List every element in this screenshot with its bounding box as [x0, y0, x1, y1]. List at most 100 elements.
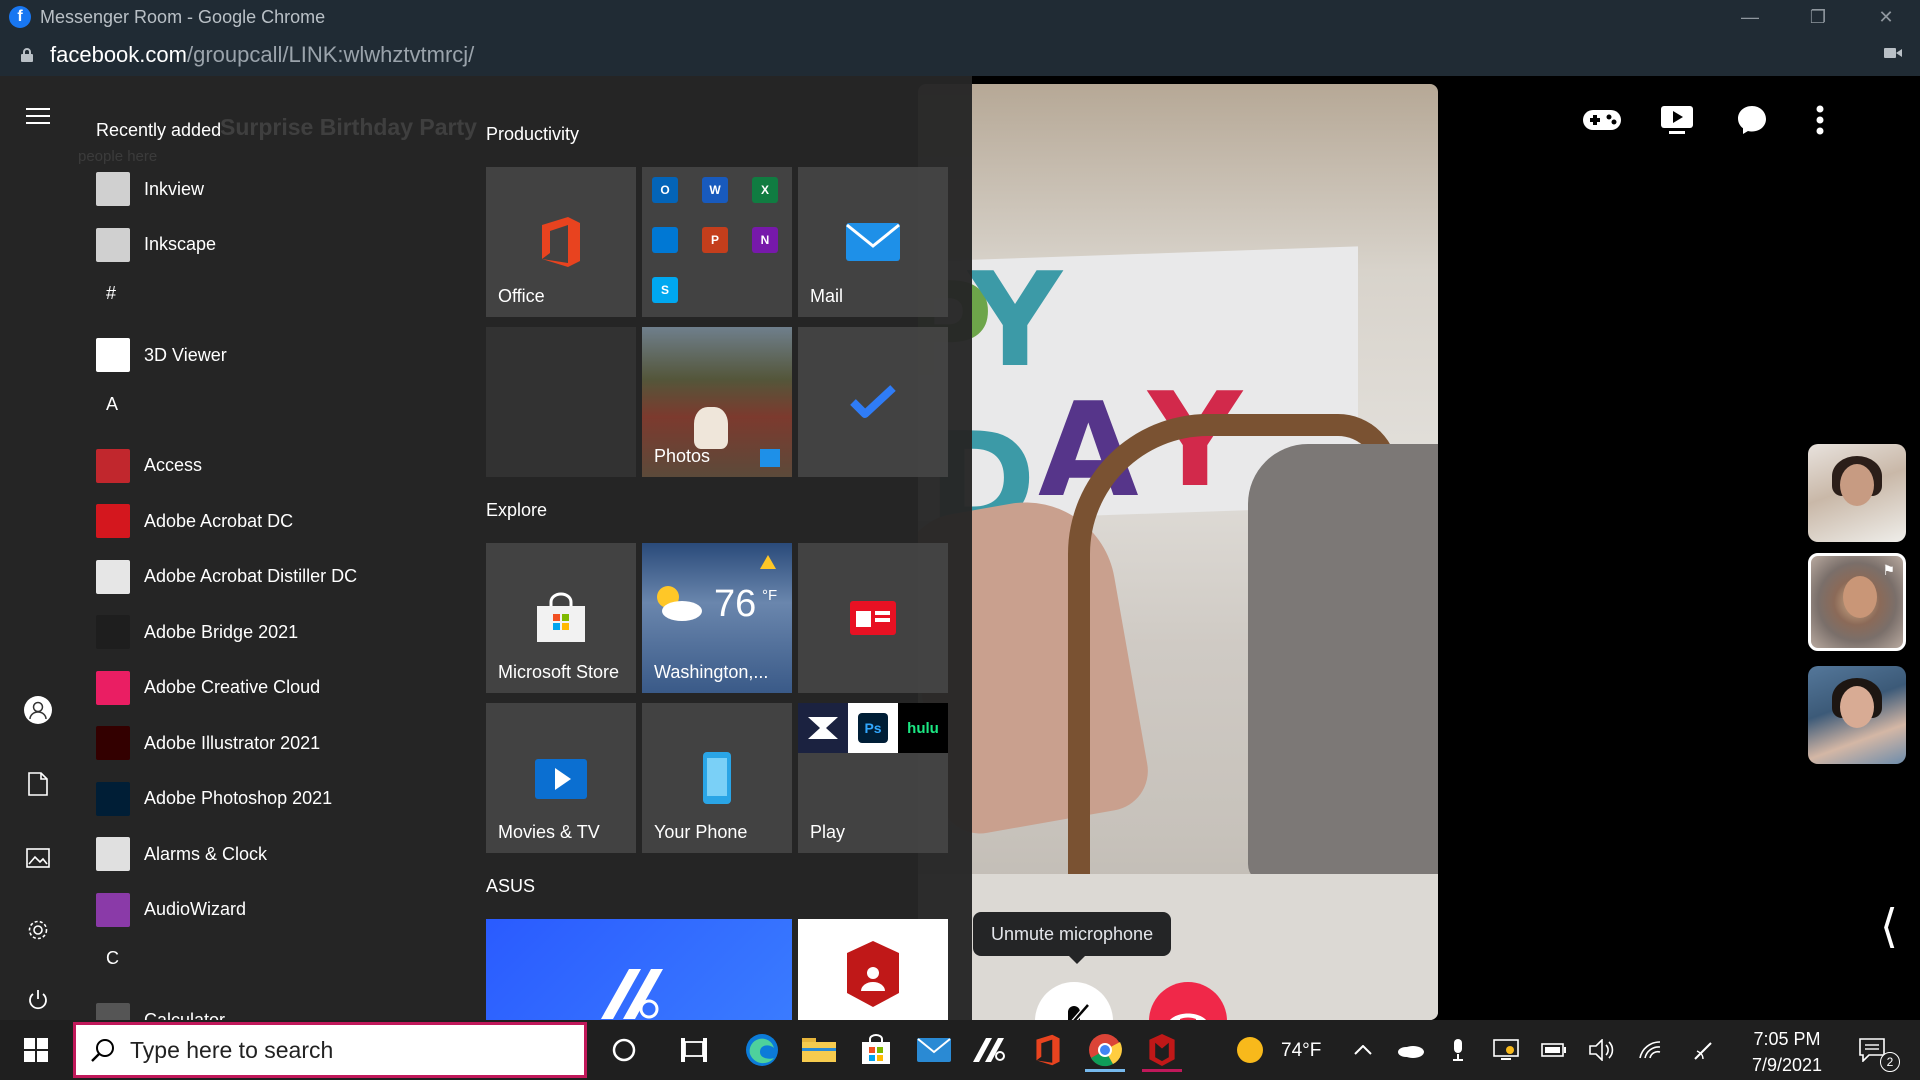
- app-label: Access: [144, 455, 203, 475]
- notification-count-badge: 2: [1880, 1052, 1900, 1072]
- taskbar-clock[interactable]: 7:05 PM 7/9/2021: [1742, 1026, 1832, 1078]
- camera-icon[interactable]: [1884, 46, 1902, 60]
- access-icon: [96, 448, 130, 483]
- app-list-item[interactable]: Access: [96, 444, 476, 488]
- window-title-bar: f Messenger Room - Google Chrome — ❐ ✕: [0, 0, 1920, 34]
- tile-play-label: Play: [810, 822, 846, 842]
- search-input[interactable]: [130, 1036, 530, 1064]
- main-video[interactable]: P Y D A Y: [918, 84, 1438, 1020]
- office-app-mini-icon: X: [752, 177, 778, 203]
- show-hidden-icons-icon[interactable]: [1341, 1028, 1385, 1072]
- chrome-icon[interactable]: [1083, 1028, 1127, 1072]
- acrobat-icon: [96, 504, 130, 538]
- app-list: Recently added Inkview Inkscape #3D Viewer…: [76, 76, 476, 1020]
- todo-check-icon: [850, 385, 896, 418]
- window-title: Messenger Room - Google Chrome: [40, 6, 326, 27]
- screen-refresh-icon[interactable]: [1484, 1028, 1528, 1072]
- collapse-participants-icon[interactable]: ⟨: [1880, 899, 1898, 953]
- app-list-item[interactable]: 3D Viewer: [96, 333, 476, 377]
- tile-myasus[interactable]: [486, 919, 792, 1020]
- wifi-icon[interactable]: [1628, 1028, 1672, 1072]
- app-list-item[interactable]: Adobe Bridge 2021: [96, 610, 476, 654]
- file-explorer-icon[interactable]: [797, 1028, 841, 1072]
- weather-sun-icon[interactable]: [1228, 1028, 1272, 1072]
- chat-icon[interactable]: [1730, 98, 1774, 142]
- tile-photos[interactable]: Photos: [642, 327, 792, 477]
- windows-start-icon[interactable]: [14, 1028, 58, 1072]
- cortana-icon[interactable]: [602, 1028, 646, 1072]
- letter-heading[interactable]: A: [106, 394, 118, 415]
- tile-movies-tv[interactable]: Movies & TV: [486, 703, 636, 853]
- app-list-item[interactable]: Adobe Photoshop 2021: [96, 777, 476, 821]
- office-icon: [542, 217, 580, 267]
- url-text[interactable]: facebook.com/groupcall/LINK:wlwhztvtmrcj…: [50, 42, 474, 68]
- app-list-item[interactable]: Alarms & Clock: [96, 832, 476, 876]
- letter-heading[interactable]: #: [106, 283, 116, 304]
- more-icon[interactable]: [1798, 98, 1842, 142]
- office-taskbar-icon[interactable]: [1026, 1028, 1070, 1072]
- participant-thumbnail[interactable]: [1808, 444, 1906, 542]
- partly-cloudy-icon: [657, 586, 702, 621]
- edge-browser-icon[interactable]: [740, 1028, 784, 1072]
- pictures-icon[interactable]: [22, 842, 54, 874]
- tile-mcafee[interactable]: [798, 919, 948, 1020]
- battery-icon[interactable]: [1532, 1028, 1576, 1072]
- tile-news[interactable]: [798, 543, 948, 693]
- taskbar-search-box[interactable]: [73, 1022, 587, 1078]
- close-button[interactable]: ✕: [1852, 0, 1920, 34]
- search-icon: [91, 1039, 114, 1062]
- tile-microsoft-store[interactable]: Microsoft Store: [486, 543, 636, 693]
- office-app-mini-icon: P: [702, 227, 728, 253]
- store-taskbar-icon[interactable]: [854, 1028, 898, 1072]
- letter-heading[interactable]: C: [106, 948, 119, 969]
- acrobat-distiller-icon: [96, 559, 130, 594]
- photos-app-icon: [760, 449, 780, 467]
- microphone-tray-icon[interactable]: [1436, 1028, 1480, 1072]
- app-list-item[interactable]: Inkview: [96, 167, 476, 211]
- app-label: Adobe Acrobat DC: [144, 510, 294, 531]
- power-icon[interactable]: [22, 984, 54, 1016]
- news-icon: [850, 601, 896, 635]
- app-list-item[interactable]: Inkscape: [96, 223, 476, 267]
- participant-thumbnail[interactable]: [1808, 666, 1906, 764]
- myasus-taskbar-icon[interactable]: [969, 1028, 1013, 1072]
- app-list-item[interactable]: Calculator: [96, 998, 476, 1020]
- settings-gear-icon[interactable]: [22, 914, 54, 946]
- minimize-button[interactable]: —: [1716, 0, 1784, 34]
- app-label: 3D Viewer: [144, 344, 227, 365]
- restore-button[interactable]: ❐: [1784, 0, 1852, 34]
- mcafee-taskbar-icon[interactable]: [1140, 1028, 1184, 1072]
- user-account-icon[interactable]: [22, 694, 54, 726]
- gamepad-icon[interactable]: [1580, 98, 1624, 142]
- tile-your-phone[interactable]: Your Phone: [642, 703, 792, 853]
- tile-office[interactable]: Office: [486, 167, 636, 317]
- clock-date: 7/9/2021: [1751, 1055, 1823, 1075]
- app-list-item[interactable]: Adobe Acrobat Distiller DC: [96, 555, 476, 599]
- hamburger-menu-icon[interactable]: [22, 100, 54, 132]
- tile-play[interactable]: Ps hulu Play: [798, 703, 948, 853]
- tile-office-apps[interactable]: OWXPN S: [642, 167, 792, 317]
- call-top-controls: [1580, 98, 1920, 138]
- calculator-icon: [96, 1003, 130, 1020]
- participant-thumbnail-pinned[interactable]: ⚑: [1808, 553, 1906, 651]
- tile-weather[interactable]: 76 °F Washington,...: [642, 543, 792, 693]
- tile-todo[interactable]: [798, 327, 948, 477]
- taskbar-weather[interactable]: 74°F: [1281, 1040, 1321, 1062]
- screen-share-icon[interactable]: [1655, 98, 1699, 142]
- task-view-icon[interactable]: [672, 1028, 716, 1072]
- address-bar[interactable]: facebook.com/groupcall/LINK:wlwhztvtmrcj…: [0, 34, 1920, 76]
- volume-icon[interactable]: [1580, 1028, 1624, 1072]
- myasus-icon: [601, 969, 663, 1019]
- mail-taskbar-icon[interactable]: [912, 1028, 956, 1072]
- app-list-item[interactable]: AudioWizard: [96, 888, 476, 932]
- app-label: Adobe Photoshop 2021: [144, 788, 333, 808]
- tile-photos-label: Photos: [654, 446, 711, 466]
- app-label: Inkscape: [144, 234, 217, 254]
- app-list-item[interactable]: Adobe Acrobat DC: [96, 499, 476, 543]
- onedrive-icon[interactable]: [1389, 1028, 1433, 1072]
- pen-icon[interactable]: [1682, 1028, 1726, 1072]
- documents-icon[interactable]: [22, 768, 54, 800]
- app-list-item[interactable]: Adobe Illustrator 2021: [96, 721, 476, 765]
- tile-mail[interactable]: Mail: [798, 167, 948, 317]
- app-list-item[interactable]: Adobe Creative Cloud: [96, 666, 476, 710]
